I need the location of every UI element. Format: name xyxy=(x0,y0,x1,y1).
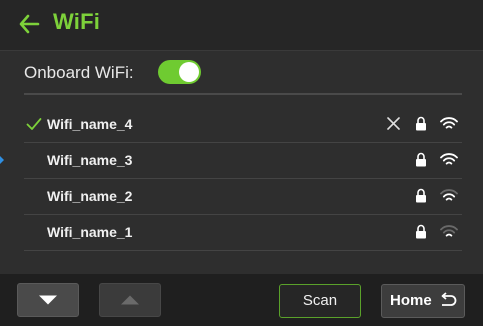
home-button[interactable]: Home xyxy=(381,284,465,318)
onboard-wifi-label: Onboard WiFi: xyxy=(24,63,134,82)
divider xyxy=(24,93,462,95)
lock-icon xyxy=(416,224,426,239)
triangle-down-icon xyxy=(39,295,57,305)
network-row[interactable]: Wifi_name_3 xyxy=(24,143,462,179)
lock-icon xyxy=(416,152,426,167)
wifi-signal-icon xyxy=(440,117,458,129)
scan-button[interactable]: Scan xyxy=(279,284,361,318)
onboard-wifi-row: Onboard WiFi: xyxy=(24,58,464,88)
network-row[interactable]: Wifi_name_4 xyxy=(24,107,462,143)
footer-bar: Scan Home xyxy=(0,274,483,326)
toggle-knob xyxy=(179,62,199,82)
arrow-left-icon[interactable] xyxy=(18,13,40,35)
network-name: Wifi_name_2 xyxy=(47,188,133,204)
scroll-position-marker xyxy=(0,156,4,164)
page-title: WiFi xyxy=(53,9,101,34)
checkmark-icon xyxy=(26,118,42,130)
network-list: Wifi_name_4 Wifi_name_3 Wifi_name_2 Wifi_na… xyxy=(24,107,462,251)
triangle-up-icon xyxy=(121,295,139,305)
header-bar: WiFi xyxy=(0,0,483,51)
close-icon[interactable] xyxy=(386,116,401,131)
network-name: Wifi_name_3 xyxy=(47,152,133,168)
network-name: Wifi_name_4 xyxy=(47,116,133,132)
wifi-settings-screen: WiFi Onboard WiFi: Wifi_name_4 Wifi_name_… xyxy=(0,0,483,326)
home-button-label: Home xyxy=(390,292,432,309)
network-row[interactable]: Wifi_name_2 xyxy=(24,179,462,215)
wifi-signal-icon xyxy=(440,225,458,237)
lock-icon xyxy=(416,188,426,203)
scroll-down-button[interactable] xyxy=(17,283,79,317)
wifi-signal-icon xyxy=(440,189,458,201)
scroll-up-button[interactable] xyxy=(99,283,161,317)
onboard-wifi-toggle[interactable] xyxy=(158,60,201,84)
lock-icon xyxy=(416,116,426,131)
return-arrow-icon xyxy=(441,292,457,306)
network-row[interactable]: Wifi_name_1 xyxy=(24,215,462,251)
network-name: Wifi_name_1 xyxy=(47,224,133,240)
wifi-signal-icon xyxy=(440,153,458,165)
